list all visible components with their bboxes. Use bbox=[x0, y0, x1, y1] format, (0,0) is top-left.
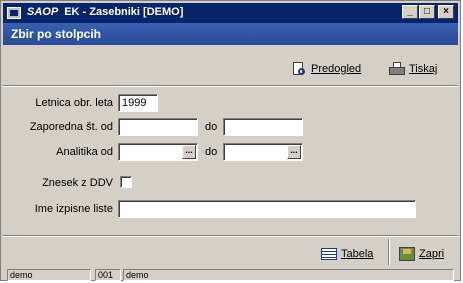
seq-from-input[interactable] bbox=[118, 118, 198, 136]
vat-label: Znesek z DDV bbox=[42, 177, 113, 189]
print-button[interactable]: Tiskaj bbox=[389, 60, 437, 78]
analytics-from-label: Analitika od bbox=[56, 146, 113, 158]
status-company: demo bbox=[123, 269, 454, 281]
year-input[interactable] bbox=[118, 94, 158, 112]
table-button[interactable]: Tabela bbox=[321, 244, 373, 264]
status-user: demo bbox=[7, 269, 91, 281]
seq-to-label: do bbox=[205, 121, 218, 133]
printer-icon bbox=[389, 62, 405, 76]
analytics-to-label: do bbox=[205, 146, 218, 158]
seq-from-label: Zaporedna št. od bbox=[29, 121, 113, 133]
close-window-button[interactable]: × bbox=[438, 5, 454, 19]
app-brand: SAOP bbox=[27, 6, 59, 18]
close-button[interactable]: Zapri bbox=[399, 244, 444, 264]
footer-divider bbox=[3, 235, 458, 237]
form-header: Zbir po stolpcih bbox=[3, 23, 458, 45]
minimize-button[interactable]: _ bbox=[402, 5, 418, 19]
preview-icon bbox=[291, 62, 307, 76]
print-name-label: Ime izpisne liste bbox=[34, 203, 113, 215]
close-label: Zapri bbox=[419, 248, 445, 260]
window-title: SAOP EK - Zasebniki [DEMO] bbox=[27, 6, 183, 18]
table-icon bbox=[321, 247, 337, 261]
status-code: 001 bbox=[95, 269, 121, 281]
window-title-text: EK - Zasebniki [DEMO] bbox=[64, 6, 184, 18]
preview-label: Predogled bbox=[311, 63, 362, 75]
print-name-input[interactable] bbox=[118, 200, 416, 218]
footer-button-divider bbox=[388, 239, 390, 265]
title-bar[interactable]: SAOP EK - Zasebniki [DEMO] _ □ × bbox=[3, 3, 458, 23]
analytics-from-lookup-button[interactable]: ... bbox=[182, 145, 196, 159]
analytics-to-lookup-button[interactable]: ... bbox=[287, 145, 301, 159]
form-title: Zbir po stolpcih bbox=[11, 27, 101, 41]
maximize-button[interactable]: □ bbox=[419, 5, 435, 19]
toolbar: Predogled Tiskaj bbox=[3, 45, 458, 85]
table-label: Tabela bbox=[341, 248, 374, 260]
print-label: Tiskaj bbox=[409, 63, 438, 75]
window-controls: _ □ × bbox=[402, 5, 454, 19]
year-label: Letnica obr. leta bbox=[35, 97, 113, 109]
vat-checkbox[interactable] bbox=[120, 176, 132, 188]
status-bar: demo 001 demo bbox=[3, 269, 458, 281]
seq-to-input[interactable] bbox=[223, 118, 303, 136]
preview-button[interactable]: Predogled bbox=[291, 60, 361, 78]
main-window: SAOP EK - Zasebniki [DEMO] _ □ × Zbir po … bbox=[0, 0, 461, 281]
toolbar-divider bbox=[3, 85, 458, 87]
close-door-icon bbox=[399, 247, 415, 261]
app-icon[interactable] bbox=[7, 7, 21, 19]
